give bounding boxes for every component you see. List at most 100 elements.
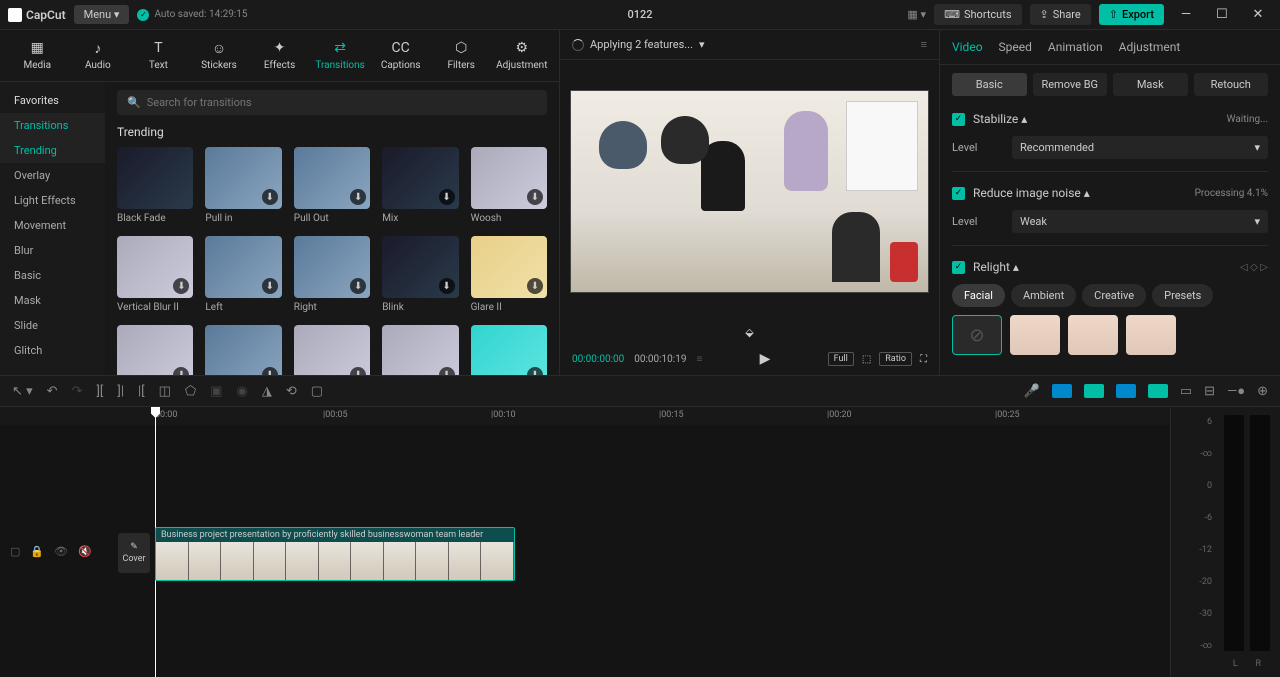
tab-effects[interactable]: ✦Effects	[250, 36, 309, 75]
split-right-tool[interactable]: |​[	[138, 384, 145, 399]
transition-item-11[interactable]: ⬇	[205, 325, 281, 375]
pill-creative[interactable]: Creative	[1082, 284, 1146, 307]
download-icon[interactable]: ⬇	[262, 189, 278, 205]
download-icon[interactable]: ⬇	[527, 367, 543, 375]
preset-2[interactable]	[1068, 315, 1118, 355]
mute-icon[interactable]: 🔇	[78, 545, 92, 558]
transition-item-14[interactable]: ⬇	[471, 325, 547, 375]
split-tool[interactable]: ]​[	[96, 384, 103, 399]
shortcuts-button[interactable]: ⌨ Shortcuts	[934, 4, 1021, 25]
tab-stickers[interactable]: ☺Stickers	[190, 36, 249, 75]
tool-a[interactable]: ▭	[1180, 384, 1192, 399]
menu-button[interactable]: Menu ▾	[74, 5, 130, 24]
snapshot-icon[interactable]: ⬙	[560, 322, 939, 343]
stabilize-level-select[interactable]: Recommended▾	[1012, 136, 1268, 159]
tab-filters[interactable]: ⬡Filters	[432, 36, 491, 75]
download-icon[interactable]: ⬇	[439, 189, 455, 205]
rp-tab-video[interactable]: Video	[952, 40, 983, 54]
transition-left[interactable]: ⬇Left	[205, 236, 281, 313]
relight-checkbox[interactable]: ✓	[952, 261, 965, 274]
sidebar-item-glitch[interactable]: Glitch	[0, 338, 105, 363]
rotate-tool[interactable]: ⟲	[286, 384, 297, 399]
layout-icon[interactable]: ▦ ▾	[907, 8, 926, 21]
maximize-button[interactable]: ☐	[1208, 5, 1236, 25]
sidebar-item-trending[interactable]: Trending	[0, 138, 105, 163]
frame-tool[interactable]: ▢	[311, 384, 323, 399]
ratio-button[interactable]: Ratio	[879, 352, 912, 366]
download-icon[interactable]: ⬇	[173, 367, 189, 375]
play-button[interactable]: ▶	[760, 351, 771, 367]
download-icon[interactable]: ⬇	[262, 367, 278, 375]
transition-vertical-blur-ii[interactable]: ⬇Vertical Blur II	[117, 236, 193, 313]
sidebar-item-blur[interactable]: Blur	[0, 238, 105, 263]
preset-1[interactable]	[1010, 315, 1060, 355]
download-icon[interactable]: ⬇	[350, 189, 366, 205]
eye-icon[interactable]: 👁	[54, 545, 68, 558]
menu-icon[interactable]: ≡	[921, 38, 927, 51]
transition-black-fade[interactable]: Black Fade	[117, 147, 193, 224]
expand-icon[interactable]: ⛶	[920, 354, 927, 365]
chip-1[interactable]	[1052, 384, 1072, 398]
preset-3[interactable]	[1126, 315, 1176, 355]
sidebar-item-movement[interactable]: Movement	[0, 213, 105, 238]
tool-1[interactable]: ▣	[210, 384, 222, 399]
download-icon[interactable]: ⬇	[439, 367, 455, 375]
sidebar-item-slide[interactable]: Slide	[0, 313, 105, 338]
chevron-down-icon[interactable]: ▾	[699, 38, 705, 51]
transition-woosh[interactable]: ⬇Woosh	[471, 147, 547, 224]
download-icon[interactable]: ⬇	[350, 367, 366, 375]
sidebar-favorites[interactable]: Favorites	[0, 88, 105, 113]
video-clip[interactable]: Business project presentation by profici…	[155, 527, 515, 581]
transition-blink[interactable]: ⬇Blink	[382, 236, 458, 313]
search-input[interactable]: 🔍	[117, 90, 547, 115]
transition-item-10[interactable]: ⬇	[117, 325, 193, 375]
sidebar-item-mask[interactable]: Mask	[0, 288, 105, 313]
chip-3[interactable]	[1116, 384, 1136, 398]
tab-captions[interactable]: CCCaptions	[371, 36, 430, 75]
sidebar-item-overlay[interactable]: Overlay	[0, 163, 105, 188]
download-icon[interactable]: ⬇	[439, 278, 455, 294]
sidebar-transitions[interactable]: Transitions	[0, 113, 105, 138]
pill-ambient[interactable]: Ambient	[1011, 284, 1076, 307]
rp-sub-mask[interactable]: Mask	[1113, 73, 1188, 96]
transition-pull-out[interactable]: ⬇Pull Out	[294, 147, 370, 224]
chip-4[interactable]	[1148, 384, 1168, 398]
noise-level-select[interactable]: Weak▾	[1012, 210, 1268, 233]
full-button[interactable]: Full	[828, 352, 854, 366]
crop-icon[interactable]: ⬚	[862, 354, 871, 365]
rp-sub-retouch[interactable]: Retouch	[1194, 73, 1269, 96]
sidebar-item-light-effects[interactable]: Light Effects	[0, 188, 105, 213]
pill-facial[interactable]: Facial	[952, 284, 1005, 307]
noise-checkbox[interactable]: ✓	[952, 187, 965, 200]
rp-tab-animation[interactable]: Animation	[1048, 40, 1103, 54]
tab-audio[interactable]: ♪Audio	[69, 36, 128, 75]
stabilize-checkbox[interactable]: ✓	[952, 113, 965, 126]
mirror-tool[interactable]: ◮	[262, 384, 272, 399]
cover-button[interactable]: ✎ Cover	[118, 533, 150, 573]
rp-tab-speed[interactable]: Speed	[999, 40, 1032, 54]
download-icon[interactable]: ⬇	[527, 189, 543, 205]
chip-2[interactable]	[1084, 384, 1104, 398]
pill-presets[interactable]: Presets	[1152, 284, 1213, 307]
crop-tool[interactable]: ◫	[159, 384, 171, 399]
nav-icons[interactable]: ◁ ◇ ▷	[1240, 262, 1268, 273]
tab-media[interactable]: ▦Media	[8, 36, 67, 75]
transition-right[interactable]: ⬇Right	[294, 236, 370, 313]
rp-tab-adjustment[interactable]: Adjustment	[1119, 40, 1181, 54]
tab-text[interactable]: TText	[129, 36, 188, 75]
download-icon[interactable]: ⬇	[173, 278, 189, 294]
mic-icon[interactable]: 🎤	[1024, 384, 1040, 399]
close-button[interactable]: ✕	[1244, 5, 1272, 25]
tool-b[interactable]: ⊟	[1204, 384, 1215, 399]
transition-item-13[interactable]: ⬇	[382, 325, 458, 375]
tool-2[interactable]: ◉	[237, 384, 248, 399]
share-button[interactable]: ⇪ Share	[1030, 4, 1091, 25]
transition-mix[interactable]: ⬇Mix	[382, 147, 458, 224]
tag-tool[interactable]: ⬠	[185, 384, 196, 399]
tab-adjustment[interactable]: ⚙Adjustment	[493, 36, 552, 75]
video-preview[interactable]	[570, 90, 929, 293]
lock-icon[interactable]: 🔒	[30, 545, 44, 558]
minimize-button[interactable]: —	[1172, 5, 1200, 25]
transition-glare-ii[interactable]: ⬇Glare II	[471, 236, 547, 313]
export-button[interactable]: ⇧ Export	[1099, 4, 1164, 25]
